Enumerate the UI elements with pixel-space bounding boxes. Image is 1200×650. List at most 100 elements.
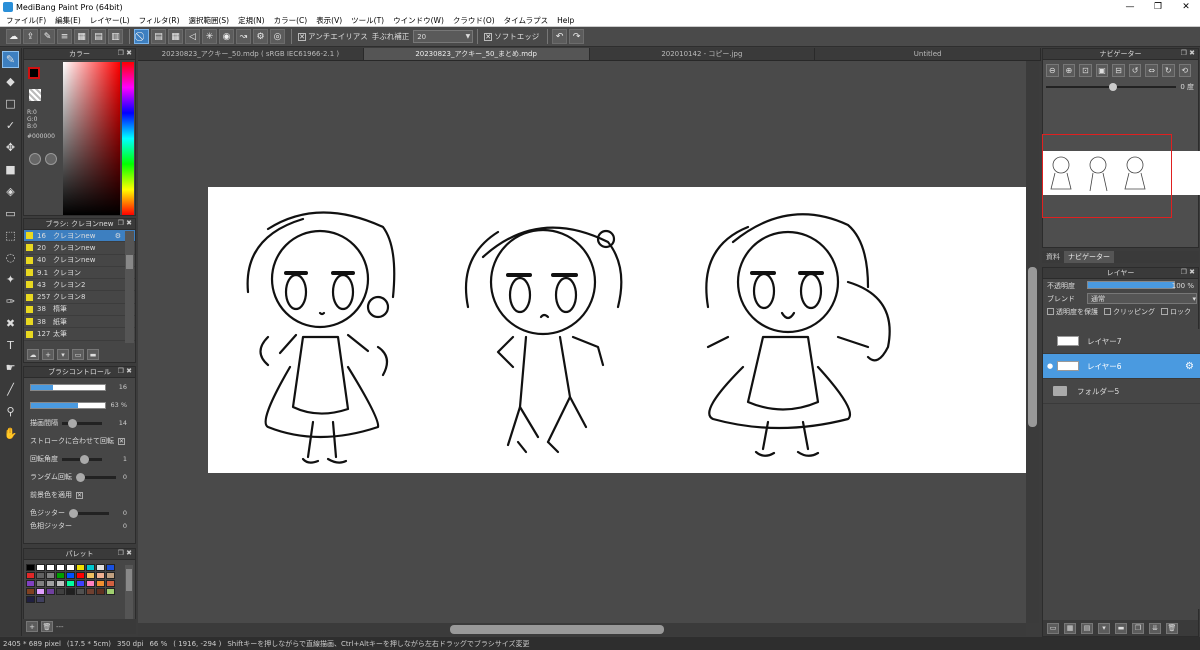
visibility-icon[interactable]: ● [1043,362,1057,370]
menu-view[interactable]: 表示(V) [313,15,348,26]
tab-navigator[interactable]: ナビゲーター [1064,251,1114,263]
palette-swatch[interactable] [56,588,65,595]
brush-item[interactable]: 38 楕筆 [24,304,135,317]
navigator-viewport-rect[interactable] [1042,134,1172,218]
eyedropper-icon[interactable]: ⚲ [2,403,19,420]
snap-gear-icon[interactable]: ⚙ [253,29,268,44]
random-rotation-slider[interactable] [76,472,116,482]
maximize-button[interactable]: ❐ [1144,2,1172,12]
menu-filter[interactable]: フィルタ(R) [136,15,186,26]
new-8bit-layer-icon[interactable]: ▤ [1081,622,1093,634]
palette-swatch[interactable] [46,564,55,571]
list-icon[interactable]: ≡ [57,29,72,44]
zoom-in-icon[interactable]: ⊕ [1062,64,1076,77]
foreground-color-swatch[interactable] [28,67,40,79]
rotate-right-icon[interactable]: ↻ [1161,64,1175,77]
palette-swatch[interactable] [36,564,45,571]
palette-swatch[interactable] [96,580,105,587]
snap-curve-icon[interactable]: ↝ [236,29,251,44]
add-layer-menu-icon[interactable]: ▾ [1098,622,1110,634]
brush-item[interactable]: 257 クレヨン8 [24,291,135,304]
brush-item[interactable]: 127 太筆 [24,328,135,341]
flip-icon[interactable]: ⇔ [1145,64,1158,77]
folder-icon[interactable]: ▬ [1115,622,1127,634]
panel-close-icon[interactable]: ❐ ✖ [1181,49,1195,57]
palette-swatch[interactable] [96,588,105,595]
palette-swatch[interactable] [76,564,85,571]
brush-opacity-bar[interactable] [30,401,106,409]
menu-edit[interactable]: 編集(E) [52,15,87,26]
palette-swatch[interactable] [36,572,45,579]
snap-circle-icon[interactable]: ◉ [219,29,234,44]
bucket-tool-icon[interactable]: ◈ [2,183,19,200]
palette-swatch[interactable] [46,588,55,595]
color-wheel-icon[interactable] [29,153,41,165]
palette-swatch[interactable] [46,580,55,587]
menu-tool[interactable]: ツール(T) [348,15,390,26]
navigator-view[interactable] [1042,131,1200,239]
palette-swatch[interactable] [56,564,65,571]
hand-tool-icon[interactable]: ✋ [2,425,19,442]
layer-item[interactable]: フォルダー5 [1043,379,1200,404]
grid-icon[interactable]: ▦ [74,29,89,44]
snap-parallel-icon[interactable]: ▤ [151,29,166,44]
slider-knob[interactable] [69,508,78,518]
slider-knob[interactable] [80,454,89,464]
tab-document-4[interactable]: Untitled [815,48,1041,60]
snap-cross-icon[interactable]: ▦ [168,29,183,44]
palette-swatch[interactable] [36,596,45,603]
menu-file[interactable]: ファイル(F) [3,15,52,26]
brush-tool-icon[interactable]: ✎ [2,51,19,68]
folder-icon[interactable]: ▬ [87,349,99,360]
tab-materials[interactable]: 資料 [1042,251,1064,263]
brush-item[interactable]: 16 クレヨンnew ⚙ [24,230,135,243]
menu-window[interactable]: ウインドウ(W) [390,15,450,26]
rotate-with-stroke-checkbox[interactable]: ✕ [118,437,125,445]
copy-brush-icon[interactable]: ▭ [72,349,84,360]
select-pen-icon[interactable]: ✓ [2,117,19,134]
duplicate-layer-icon[interactable]: ❐ [1132,622,1144,634]
undo-icon[interactable]: ↶ [552,29,568,44]
snap-off-icon[interactable]: ⃠ [134,29,149,44]
new-halftone-layer-icon[interactable]: ▦ [1064,622,1076,634]
shape-tool-icon[interactable]: ■ [2,161,19,178]
divide-tool-icon[interactable]: ╱ [2,381,19,398]
palette-swatch[interactable] [76,572,85,579]
palette-swatch[interactable] [96,572,105,579]
reset-icon[interactable]: ⟲ [1178,64,1192,77]
palette-swatch[interactable] [86,580,95,587]
dot-tool-icon[interactable]: □ [2,95,19,112]
gradient-tool-icon[interactable]: ▭ [2,205,19,222]
snap-radial-icon[interactable]: ✳ [202,29,217,44]
gear-icon[interactable]: ⚙ [1185,361,1194,372]
menu-cloud[interactable]: クラウド(O) [450,15,501,26]
menu-color[interactable]: カラー(C) [271,15,314,26]
rotation-slider[interactable] [62,454,102,464]
tab-document-1[interactable]: 20230823_アクキー_50.mdp ( sRGB IEC61966-2.1… [138,48,364,60]
slider-knob[interactable] [1109,83,1117,91]
eraser-tool-icon[interactable]: ◆ [2,73,19,90]
layer-item[interactable]: レイヤー7 [1043,329,1200,354]
scroll-thumb[interactable] [126,569,132,591]
fit-width-icon[interactable]: ⊟ [1112,64,1125,77]
hue-slider[interactable] [122,62,134,215]
transparent-color-swatch[interactable] [29,89,41,101]
palette-swatch[interactable] [26,580,35,587]
palette-swatch[interactable] [56,580,65,587]
minimize-button[interactable]: — [1116,2,1144,12]
palette-swatch[interactable] [106,580,115,587]
canvas-vertical-scrollbar[interactable] [1026,61,1039,623]
brush-item[interactable]: 9.1 クレヨン [24,267,135,280]
panel-icon[interactable]: ▤ [91,29,106,44]
canvas-paper[interactable] [208,187,1026,473]
move-tool-icon[interactable]: ✥ [2,139,19,156]
menu-help[interactable]: Help [554,16,580,25]
palette-swatch[interactable] [66,564,75,571]
color-add-icon[interactable] [45,153,57,165]
scroll-thumb[interactable] [126,255,133,269]
spacing-slider[interactable] [62,418,102,428]
panel-close-icon[interactable]: ❐ ✖ [118,367,132,375]
panel-close-icon[interactable]: ❐ ✖ [118,49,132,57]
palette-swatch[interactable] [66,580,75,587]
rotate-left-icon[interactable]: ↺ [1128,64,1142,77]
